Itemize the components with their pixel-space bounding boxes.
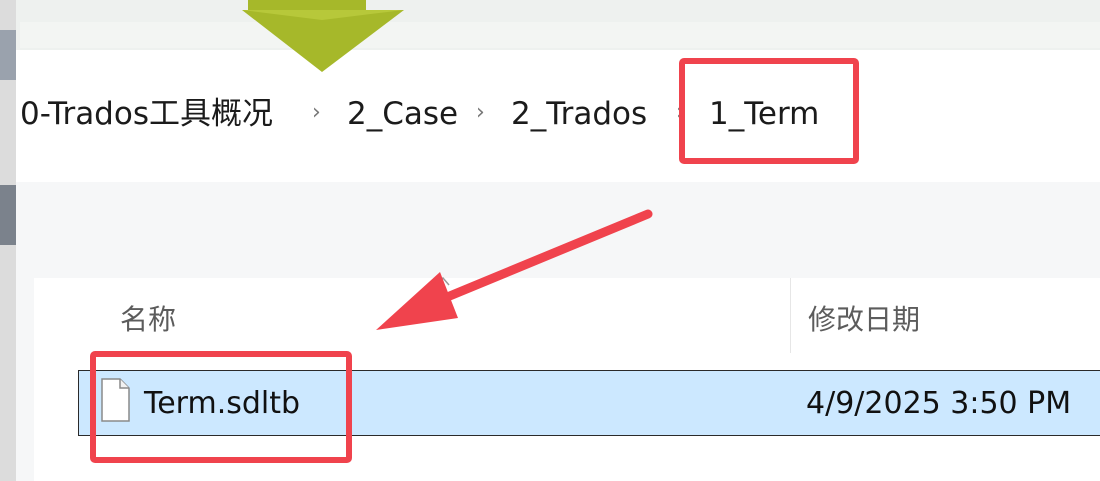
sort-ascending-icon (436, 276, 450, 286)
edge-shade (0, 185, 16, 245)
breadcrumb-item-case[interactable]: 2_Case (347, 96, 458, 132)
window-left-edge (0, 0, 16, 481)
column-header-name[interactable]: 名称 (120, 298, 176, 338)
edge-shade (0, 30, 16, 80)
column-header-date-modified[interactable]: 修改日期 (808, 298, 920, 338)
column-header-row (34, 278, 1100, 353)
top-strip-inner (20, 22, 1100, 48)
breadcrumb-item-trados-overview[interactable]: 0-Trados工具概况 (20, 96, 273, 132)
highlight-box-term-file (90, 351, 352, 463)
window-top-strip (16, 0, 1100, 50)
breadcrumb-chevron-icon: › (476, 100, 485, 125)
file-date-modified: 4/9/2025 3:50 PM (806, 386, 1072, 421)
navigation-pane-edge (16, 278, 34, 481)
breadcrumb-item-trados[interactable]: 2_Trados (511, 96, 647, 132)
highlight-box-term-folder (679, 58, 859, 164)
column-divider[interactable] (790, 278, 791, 353)
command-bar-area (16, 182, 1100, 278)
breadcrumb-chevron-icon: › (312, 100, 321, 125)
